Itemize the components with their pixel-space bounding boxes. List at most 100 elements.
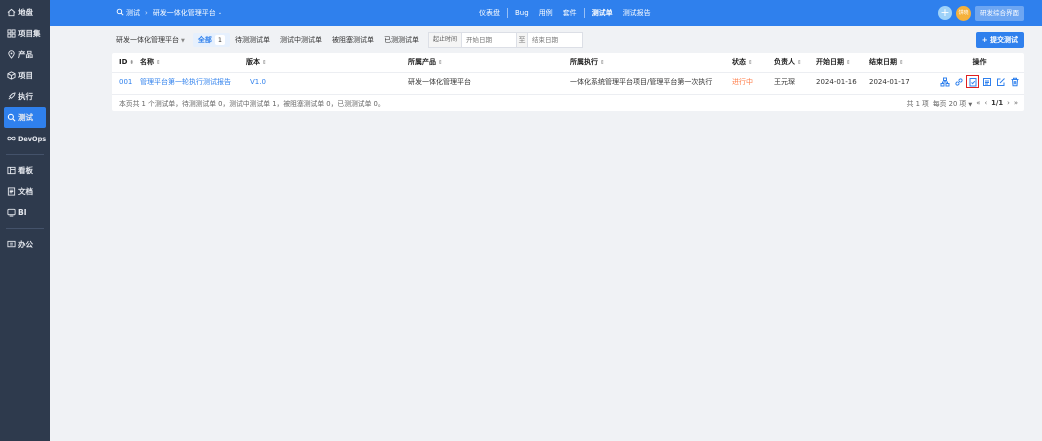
- report-icon[interactable]: [981, 76, 992, 87]
- cell-end-date: 2024-01-17: [869, 71, 925, 91]
- home-icon: [7, 8, 16, 17]
- col-label: 结束日期: [869, 58, 897, 67]
- tab-testing[interactable]: 测试中测试单: [275, 35, 327, 45]
- cell-version-link[interactable]: V1.0: [246, 71, 408, 91]
- next-page-icon[interactable]: ›: [1007, 99, 1010, 107]
- cell-execution: 一体化系统管理平台项目/管理平台第一次执行: [570, 71, 732, 91]
- first-page-icon[interactable]: «: [976, 99, 980, 107]
- sidebar: 地盘 项目集 产品 项目 执行 测试 DevOps 看板 文档 BI 办公: [0, 0, 50, 441]
- col-name[interactable]: 名称 ⇕: [140, 53, 246, 72]
- office-icon: [7, 240, 16, 249]
- nav-case[interactable]: 用例: [534, 8, 558, 18]
- tab-done[interactable]: 已测测试单: [379, 35, 424, 45]
- pager: 共 1 项 每页 20 项 ▼ « ‹ 1/1 › »: [907, 95, 1018, 111]
- sidebar-item-project[interactable]: 项目: [0, 65, 50, 86]
- workspace-switch-button[interactable]: 研发综合界面: [975, 5, 1024, 21]
- pager-total: 共 1 项: [906, 100, 929, 108]
- pager-page: 1/1: [991, 99, 1004, 107]
- nav-report[interactable]: 测试报告: [618, 8, 656, 18]
- run-test-icon[interactable]: [966, 75, 979, 89]
- chevron-down-icon: ▼: [181, 38, 185, 44]
- sidebar-divider: [6, 228, 44, 229]
- col-label: 所属执行: [570, 58, 598, 67]
- col-owner[interactable]: 负责人 ⇕: [774, 53, 816, 72]
- nav-bug[interactable]: Bug: [510, 9, 534, 17]
- create-plus-icon[interactable]: +: [938, 6, 952, 20]
- pager-per-page-label: 每页 20 项: [932, 100, 967, 108]
- col-start[interactable]: 开始日期 ⇕: [816, 53, 869, 72]
- infinity-icon: [7, 134, 16, 143]
- sidebar-item-program[interactable]: 项目集: [0, 23, 50, 44]
- sidebar-item-label: 执行: [18, 92, 33, 101]
- cell-owner: 王元琛: [774, 71, 816, 91]
- submit-test-button[interactable]: + 提交测试: [975, 32, 1024, 48]
- tab-all[interactable]: 全部 1: [192, 33, 230, 47]
- sidebar-item-label: BI: [18, 208, 27, 217]
- edit-icon[interactable]: [995, 76, 1006, 87]
- sort-icon: ⬍: [129, 60, 135, 67]
- col-end[interactable]: 结束日期 ⇕: [869, 53, 925, 72]
- nav-suite[interactable]: 套件: [558, 8, 582, 18]
- delete-icon[interactable]: [1009, 76, 1020, 87]
- nav-testtask[interactable]: 测试单: [587, 8, 618, 18]
- top-bar: 测试 › 研发一体化管理平台 ⌄ 仪表盘 Bug 用例 套件 测试单 测试报告 …: [50, 0, 1042, 26]
- tab-label: 全部: [197, 36, 212, 44]
- sidebar-item-bi[interactable]: BI: [0, 202, 50, 223]
- sidebar-item-kanban[interactable]: 看板: [0, 160, 50, 181]
- col-version[interactable]: 版本 ⇕: [246, 53, 408, 72]
- col-actions: 操作: [925, 53, 1024, 72]
- cell-status: 进行中: [732, 71, 774, 91]
- product-select-label: 研发一体化管理平台: [116, 36, 179, 44]
- top-right: + 饼晓 研发综合界面: [938, 0, 1024, 26]
- sidebar-item-product[interactable]: 产品: [0, 44, 50, 65]
- start-date-input[interactable]: [462, 33, 517, 47]
- cube-icon: [7, 71, 16, 80]
- sidebar-item-label: 办公: [18, 240, 33, 249]
- pager-per-page[interactable]: 每页 20 项 ▼: [933, 98, 972, 108]
- date-range: 起止时间 至: [428, 32, 584, 48]
- col-label: ID: [119, 58, 128, 67]
- product-select[interactable]: 研发一体化管理平台 ▼: [116, 35, 185, 45]
- last-page-icon[interactable]: »: [1014, 99, 1018, 107]
- search-icon: [116, 8, 126, 18]
- nav-divider: [583, 8, 585, 18]
- col-label: 负责人: [774, 58, 795, 67]
- table-footer: 本页共 1 个测试单，待测测试单 0，测试中测试单 1，被阻塞测试单 0，已测测…: [112, 94, 1024, 110]
- sidebar-item-devops[interactable]: DevOps: [0, 128, 50, 149]
- table-summary: 本页共 1 个测试单，待测测试单 0，测试中测试单 1，被阻塞测试单 0，已测测…: [119, 99, 385, 108]
- filter-bar: 研发一体化管理平台 ▼ 全部 1 待测测试单 测试中测试单 被阻塞测试单 已测测试单…: [112, 30, 1024, 50]
- col-label: 名称: [140, 58, 154, 67]
- end-date-input[interactable]: [528, 33, 583, 47]
- sidebar-item-office[interactable]: 办公: [0, 234, 50, 255]
- breadcrumb-product[interactable]: 研发一体化管理平台: [153, 8, 216, 18]
- col-execution[interactable]: 所属执行 ⇕: [570, 53, 732, 72]
- link-icon[interactable]: [953, 76, 964, 87]
- sidebar-item-execution[interactable]: 执行: [0, 86, 50, 107]
- cell-name-link[interactable]: 管理平台第一轮执行测试报告: [140, 71, 246, 91]
- sidebar-item-test[interactable]: 测试: [4, 107, 46, 128]
- prev-page-icon[interactable]: ‹: [984, 99, 987, 107]
- sidebar-item-home[interactable]: 地盘: [0, 2, 50, 23]
- bi-icon: [7, 208, 16, 217]
- tab-wait[interactable]: 待测测试单: [230, 35, 275, 45]
- table-row: 001 管理平台第一轮执行测试报告 V1.0 研发一体化管理平台 一体化系统管理…: [112, 71, 1024, 91]
- sort-icon: ⇕: [846, 60, 851, 67]
- sidebar-item-doc[interactable]: 文档: [0, 181, 50, 202]
- cell-id: 001: [112, 71, 140, 91]
- sort-icon: ⇕: [262, 60, 267, 67]
- cell-actions: [925, 71, 1024, 91]
- sidebar-item-label: 文档: [18, 187, 33, 196]
- breadcrumb-section[interactable]: 测试: [126, 8, 140, 18]
- nav-dashboard[interactable]: 仪表盘: [474, 8, 505, 18]
- link-cases-icon[interactable]: [939, 76, 950, 87]
- col-label: 状态: [732, 58, 746, 67]
- sort-icon: ⇕: [600, 60, 605, 67]
- col-id[interactable]: ID ⬍: [112, 53, 140, 72]
- col-status[interactable]: 状态 ⇕: [732, 53, 774, 72]
- avatar[interactable]: 饼晓: [956, 5, 971, 21]
- col-product[interactable]: 所属产品 ⇕: [408, 53, 570, 72]
- location-icon: [7, 50, 16, 59]
- tab-blocked[interactable]: 被阻塞测试单: [327, 35, 379, 45]
- sort-icon: ⇕: [438, 60, 443, 67]
- sidebar-divider: [6, 154, 44, 155]
